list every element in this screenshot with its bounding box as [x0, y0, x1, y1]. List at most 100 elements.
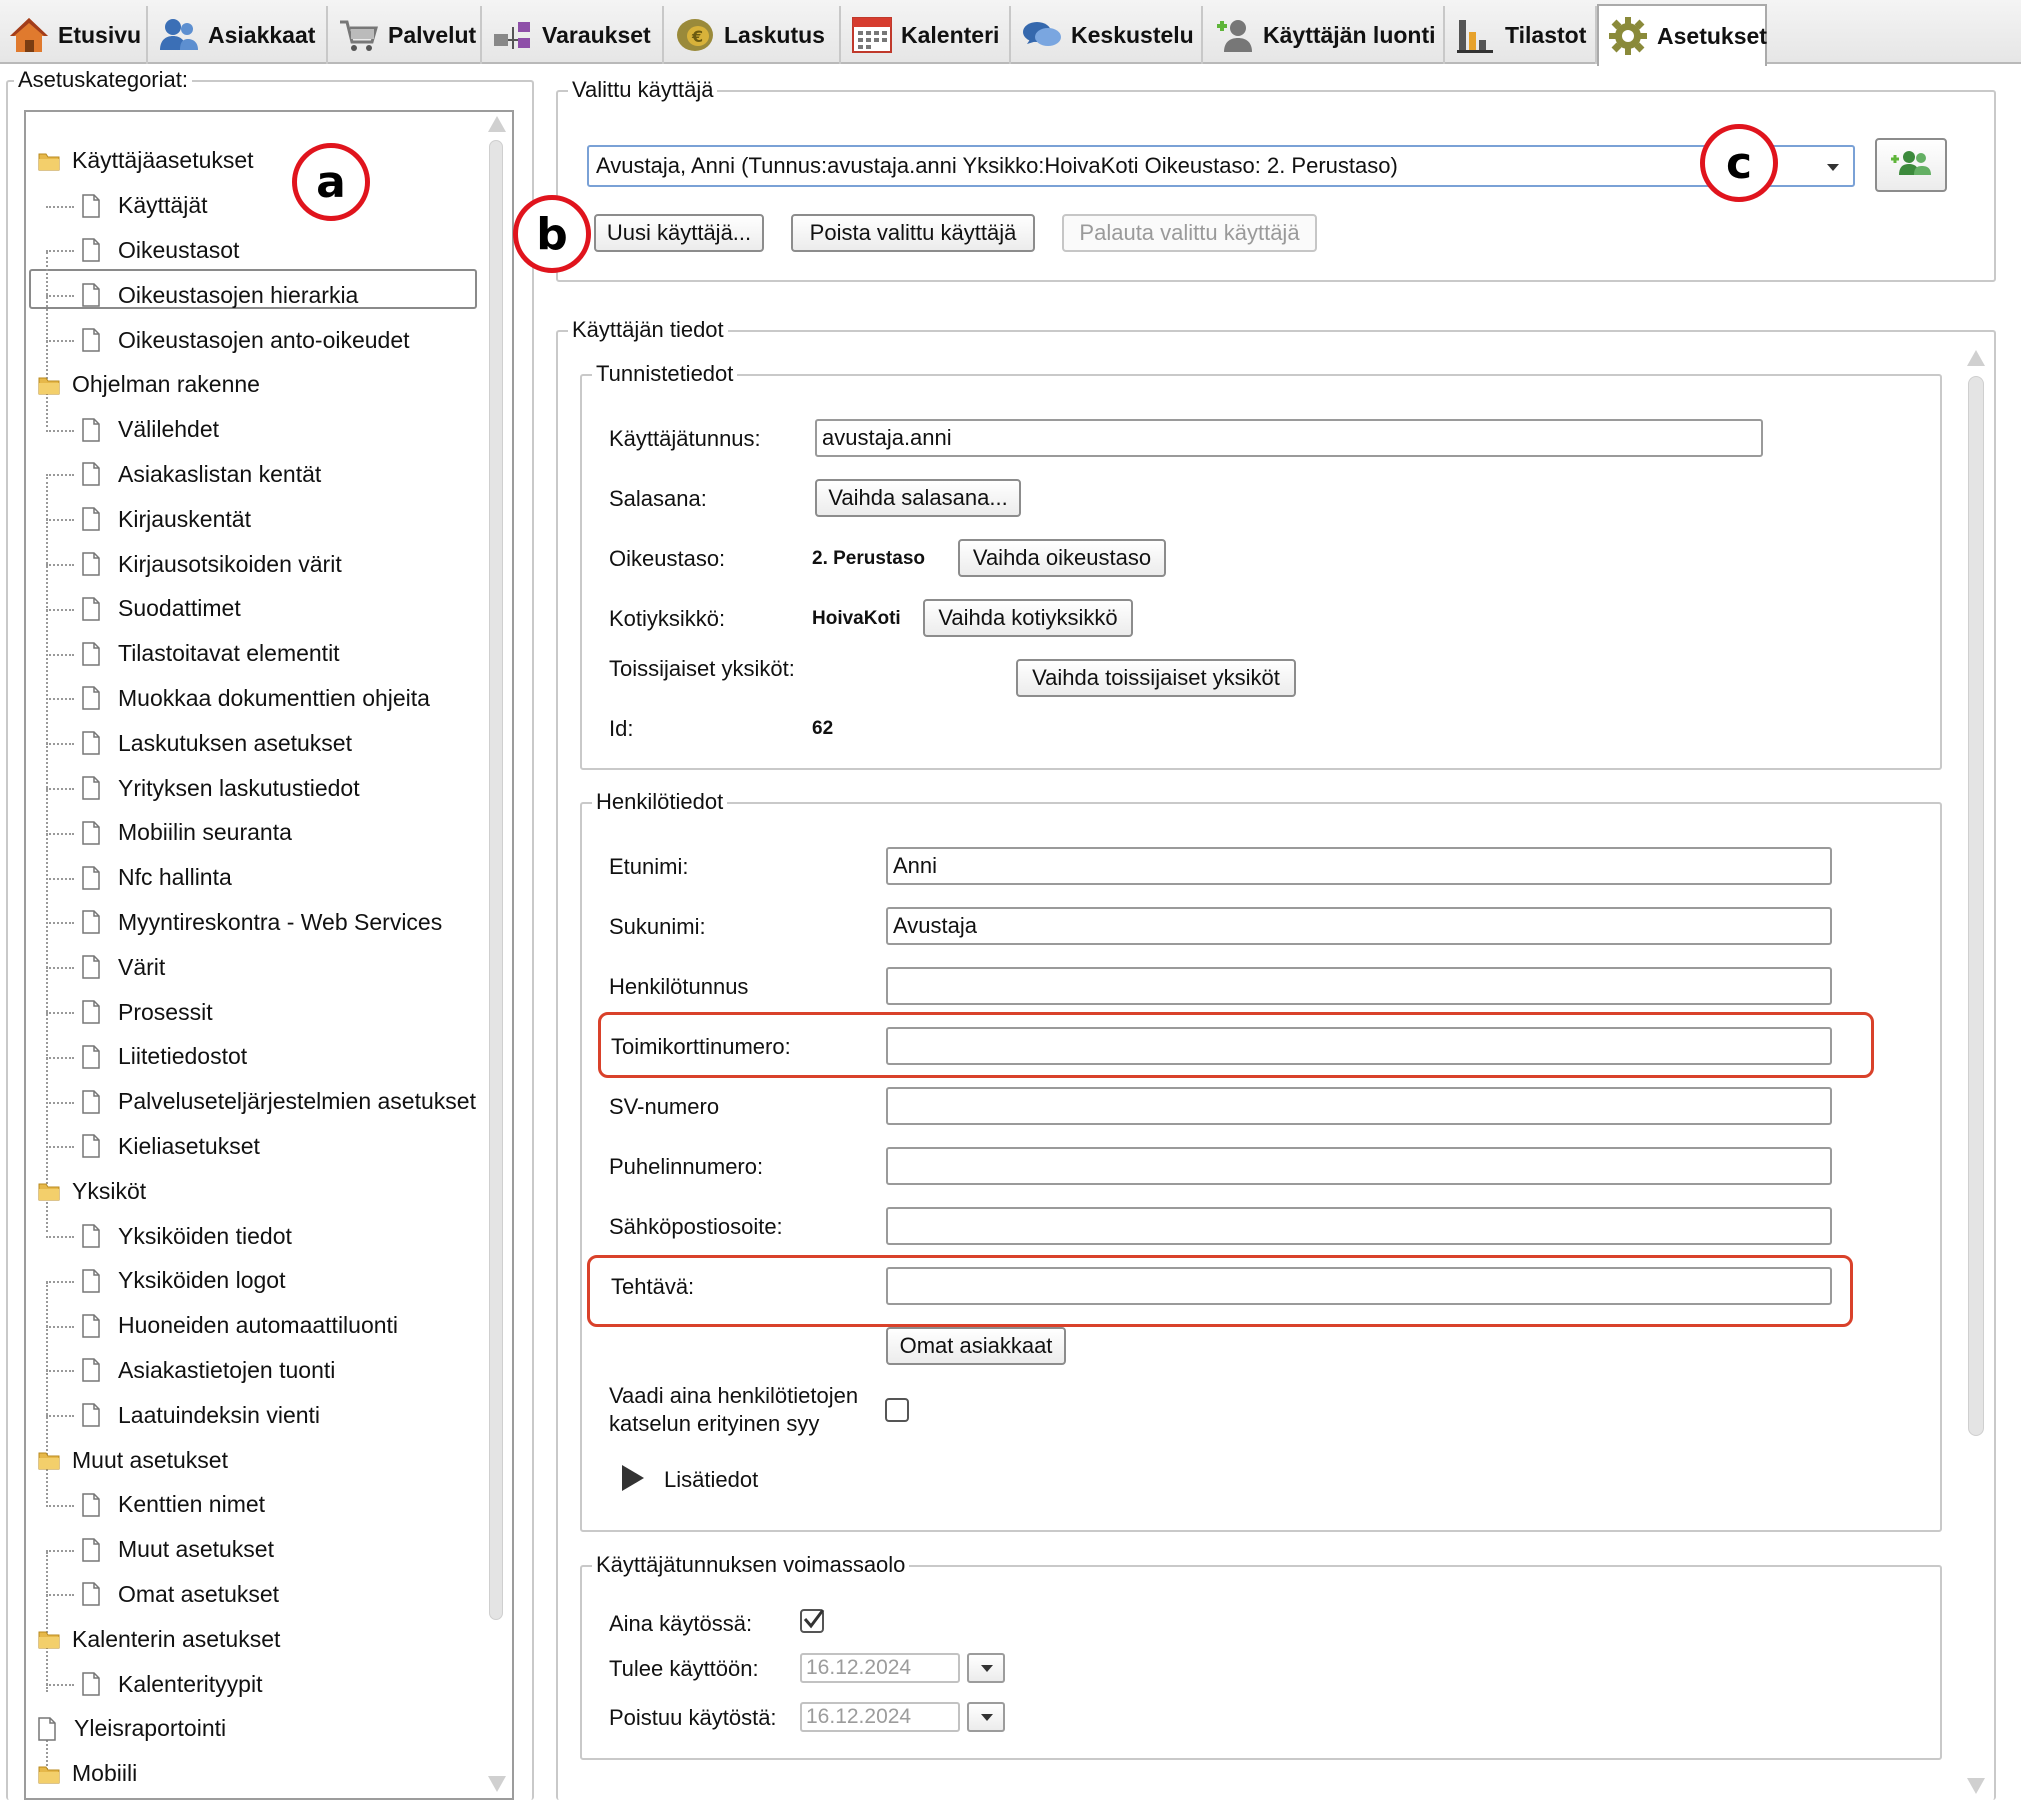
more-info-toggle[interactable]: Lisätiedot — [664, 1467, 758, 1493]
end-date-picker-button[interactable] — [967, 1702, 1005, 1732]
tree-item[interactable]: Myyntireskontra - Web Services — [46, 902, 443, 942]
tree-item[interactable]: Nfc hallinta — [46, 858, 232, 898]
change-home-unit-button[interactable]: Vaihda kotiyksikkö — [923, 599, 1133, 637]
tab-etusivu[interactable]: Etusivu — [0, 6, 148, 64]
tree-item[interactable]: Yksiköiden tiedot — [46, 1216, 292, 1256]
document-icon — [82, 821, 100, 845]
expand-arrow-icon[interactable] — [622, 1465, 644, 1491]
document-icon — [82, 328, 100, 352]
tab-laskutus[interactable]: € Laskutus — [666, 6, 841, 64]
tab-kalenteri[interactable]: Kalenteri — [843, 6, 1011, 64]
tab-varaukset[interactable]: Varaukset — [484, 6, 664, 64]
tree-item[interactable]: Suodattimet — [46, 589, 241, 629]
task-input[interactable] — [886, 1267, 1832, 1305]
tree-item[interactable]: Tilastoitavat elementit — [46, 634, 340, 674]
phone-input[interactable] — [886, 1147, 1832, 1185]
username-input[interactable]: avustaja.anni — [815, 419, 1763, 457]
always-active-checkbox[interactable] — [800, 1609, 825, 1633]
tree-item[interactable]: Mobiilin seuranta — [46, 813, 292, 853]
tree-item[interactable]: Kenttien nimet — [46, 1485, 265, 1525]
email-input[interactable] — [886, 1207, 1832, 1245]
tree-item[interactable]: Kirjauskentät — [46, 499, 251, 539]
tree-item[interactable]: Huoneiden automaattiluonti — [46, 1306, 399, 1346]
tab-asiakkaat[interactable]: Asiakkaat — [150, 6, 328, 64]
ssn-label: Henkilötunnus — [609, 974, 749, 999]
end-date-input[interactable]: 16.12.2024 — [800, 1702, 960, 1732]
tree-item[interactable]: Aktivoi puhelin — [82, 1798, 266, 1800]
tree-folder[interactable]: Ohjelman rakenne — [38, 365, 260, 405]
add-users-button[interactable] — [1875, 138, 1947, 192]
tree-scrollbar[interactable] — [486, 112, 506, 1796]
svg-text:€: € — [691, 27, 703, 46]
tree-connector — [46, 1370, 74, 1373]
tree-folder[interactable]: Muut asetukset — [38, 1440, 228, 1480]
scroll-up-arrow[interactable] — [488, 116, 506, 132]
document-icon — [82, 1269, 100, 1293]
tree-folder[interactable]: Kalenterin asetukset — [38, 1619, 280, 1659]
tab-palvelut[interactable]: Palvelut — [330, 6, 482, 64]
tree-item[interactable]: Muut asetukset — [46, 1530, 274, 1570]
user-select-combobox[interactable]: Avustaja, Anni (Tunnus:avustaja.anni Yks… — [587, 145, 1855, 187]
tree-scroll-thumb[interactable] — [489, 140, 503, 1620]
tree-folder[interactable]: Käyttäjäasetukset — [38, 141, 254, 181]
change-password-button[interactable]: Vaihda salasana... — [815, 479, 1021, 517]
tree-item-label: Huoneiden automaattiluonti — [118, 1312, 399, 1339]
restore-user-button[interactable]: Palauta valittu käyttäjä — [1062, 214, 1317, 252]
change-rights-button[interactable]: Vaihda oikeustaso — [958, 539, 1166, 577]
tree-connector — [46, 1101, 74, 1104]
details-scroll-down-arrow[interactable] — [1967, 1778, 1985, 1794]
tree-item[interactable]: Värit — [46, 947, 165, 987]
scroll-down-arrow[interactable] — [488, 1776, 506, 1792]
card-number-input[interactable] — [886, 1027, 1832, 1065]
delete-user-button[interactable]: Poista valittu käyttäjä — [791, 214, 1035, 252]
new-user-button[interactable]: Uusi käyttäjä... — [594, 214, 764, 252]
tree-item[interactable]: Käyttäjät — [46, 186, 208, 226]
tab-keskustelu[interactable]: Keskustelu — [1013, 6, 1203, 64]
own-customers-button[interactable]: Omat asiakkaat — [886, 1327, 1066, 1365]
details-scroll-thumb[interactable] — [1968, 376, 1984, 1436]
tree-item[interactable]: Liitetiedostot — [46, 1037, 247, 1077]
details-scrollbar[interactable] — [1962, 346, 1990, 1798]
tree-item[interactable]: Yksiköiden logot — [46, 1261, 286, 1301]
checkmark-icon — [803, 1609, 825, 1629]
document-icon — [82, 238, 100, 263]
selected-user-legend: Valittu käyttäjä — [568, 77, 718, 103]
tree-folder[interactable]: Yksiköt — [38, 1171, 146, 1211]
chevron-down-icon[interactable] — [1827, 164, 1839, 171]
tree-item[interactable]: Laatuindeksin vienti — [46, 1395, 320, 1435]
tree-item[interactable]: Oikeustasot — [46, 230, 239, 270]
sv-number-input[interactable] — [886, 1087, 1832, 1125]
document-icon — [82, 1224, 100, 1248]
start-date-input[interactable]: 16.12.2024 — [800, 1653, 960, 1683]
tree-item[interactable]: Yrityksen laskutustiedot — [46, 768, 360, 808]
tree-item[interactable]: Välilehdet — [46, 410, 219, 450]
tree-item[interactable]: Prosessit — [46, 992, 213, 1032]
tree-item[interactable]: Laskutuksen asetukset — [46, 723, 352, 763]
first-name-input[interactable]: Anni — [886, 847, 1832, 885]
document-icon — [82, 1358, 100, 1383]
tree-item[interactable]: Kirjausotsikoiden värit — [46, 544, 342, 584]
tree-item[interactable]: Kieliasetukset — [46, 1126, 260, 1166]
category-tree[interactable]: Käyttäjäasetukset Käyttäjät Oikeustasot Oik… — [24, 110, 514, 1800]
details-scroll-up-arrow[interactable] — [1967, 350, 1985, 366]
start-date-picker-button[interactable] — [967, 1653, 1005, 1683]
tree-item[interactable]: Muokkaa dokumenttien ohjeita — [46, 678, 430, 718]
tree-item[interactable]: Yleisraportointi — [38, 1709, 226, 1749]
tree-item[interactable]: Asiakastietojen tuonti — [46, 1350, 335, 1390]
tree-item[interactable]: Kalenterityypit — [46, 1664, 262, 1704]
tree-item[interactable]: Oikeustasojen hierarkia — [46, 275, 358, 315]
tab-tilastot[interactable]: Tilastot — [1447, 6, 1597, 64]
last-name-input[interactable]: Avustaja — [886, 907, 1832, 945]
change-secondary-units-button[interactable]: Vaihda toissijaiset yksiköt — [1016, 659, 1296, 697]
ssn-input[interactable] — [886, 967, 1832, 1005]
tree-item-label: Myyntireskontra - Web Services — [118, 908, 443, 935]
tab-kayttajan-luonti[interactable]: Käyttäjän luonti — [1205, 6, 1445, 64]
tree-item-label: Yksiköt — [72, 1177, 147, 1204]
tree-item[interactable]: Asiakaslistan kentät — [46, 454, 321, 494]
require-reason-checkbox[interactable] — [885, 1398, 909, 1422]
tree-folder[interactable]: Mobiili — [38, 1754, 137, 1794]
tree-item[interactable]: Palveluseteljärjestelmien asetukset — [46, 1082, 476, 1122]
tree-item[interactable]: Omat asetukset — [46, 1574, 279, 1614]
tree-item[interactable]: Oikeustasojen anto-oikeudet — [46, 320, 410, 360]
tab-asetukset[interactable]: Asetukset — [1597, 4, 1767, 66]
